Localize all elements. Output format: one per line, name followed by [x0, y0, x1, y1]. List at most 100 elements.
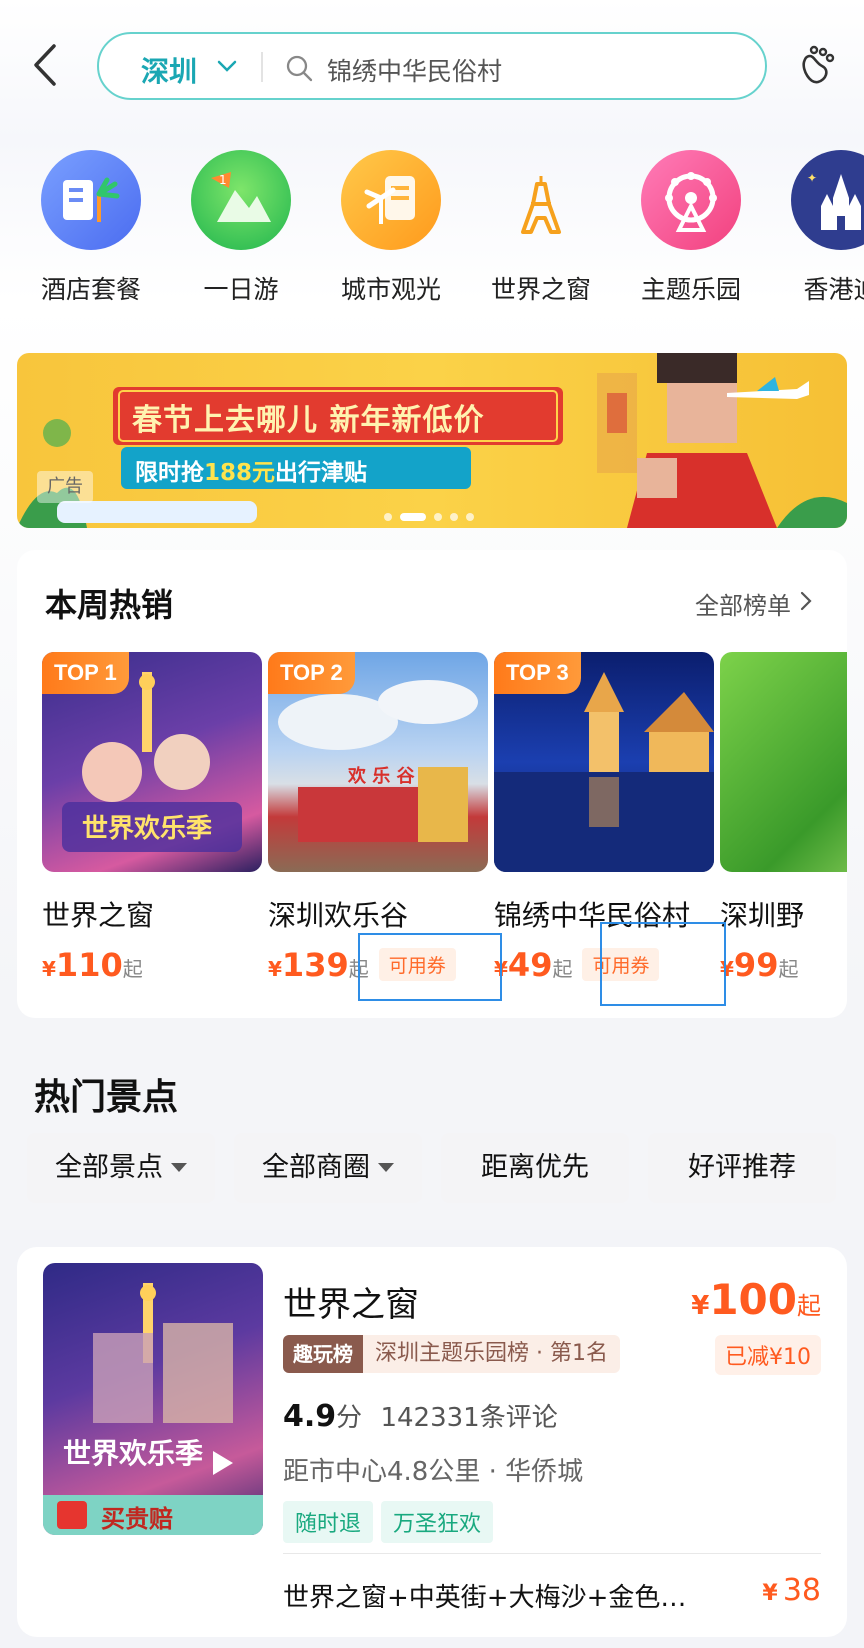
category-window-of-world[interactable]: 世界之窗 — [476, 150, 606, 306]
city-tour-icon — [341, 150, 441, 250]
filter-bar: 全部景点 全部商圈 距离优先 好评推荐 — [27, 1133, 847, 1203]
search-input[interactable]: 锦绣中华民俗村 — [327, 52, 502, 88]
filter-all-districts[interactable]: 全部商圈 — [234, 1133, 422, 1203]
category-label: 主题乐园 — [640, 275, 741, 304]
currency-symbol: ¥ — [691, 1291, 710, 1321]
filter-label: 好评推荐 — [688, 1152, 796, 1183]
airplane-icon — [727, 377, 809, 399]
rank-item-1[interactable]: 世界欢乐季 TOP 1 世界之窗 ¥110起 — [42, 652, 262, 986]
review-count[interactable]: 142331条评论 — [380, 1403, 557, 1433]
svg-text:✦: ✦ — [807, 171, 817, 185]
listing-price: ¥100起 — [691, 1275, 821, 1324]
rating-score: 4.9 — [283, 1399, 337, 1434]
rank-image[interactable]: 欢 乐 谷 TOP 2 — [268, 652, 488, 872]
ranking-tag[interactable]: 趣玩榜 深圳主题乐园榜 · 第1名 — [283, 1335, 620, 1373]
listing-name[interactable]: 世界之窗 — [283, 1277, 419, 1326]
hotel-package-icon — [41, 150, 141, 250]
carousel-dots[interactable] — [384, 506, 482, 521]
category-hotel-package[interactable]: 酒店套餐 — [26, 150, 156, 306]
banner-title: 春节上去哪儿 新年新低价 — [132, 403, 485, 438]
rank-badge: TOP 2 — [268, 652, 355, 694]
chevron-right-icon[interactable] — [799, 590, 813, 612]
rank-image[interactable]: 世界欢乐季 TOP 1 — [42, 652, 262, 872]
banner-sub-prefix: 限时抢 — [135, 460, 204, 486]
carousel-dot[interactable] — [450, 513, 458, 521]
filter-distance[interactable]: 距离优先 — [441, 1133, 629, 1203]
currency-symbol: ¥ — [762, 1581, 778, 1606]
rank-name: 深圳野 — [720, 899, 805, 932]
city-selector[interactable]: 深圳 — [141, 50, 197, 90]
rank-image[interactable] — [720, 652, 847, 872]
feature-tag: 随时退 — [283, 1501, 374, 1543]
ranking-tag-label: 趣玩榜 — [283, 1335, 363, 1373]
dropdown-triangle-icon — [378, 1163, 394, 1172]
header-bar: 深圳 锦绣中华民俗村 — [0, 28, 864, 104]
listing-image[interactable]: 世界欢乐季 买贵赔 — [43, 1263, 263, 1535]
rank-item-4[interactable]: 深圳野 ¥99起 — [720, 652, 847, 986]
price-suffix: 起 — [778, 957, 799, 981]
ranking-tag-text: 深圳主题乐园榜 · 第1名 — [363, 1335, 620, 1373]
category-day-tour[interactable]: 1 一日游 — [176, 150, 306, 306]
svg-text:世界欢乐季: 世界欢乐季 — [82, 814, 212, 844]
carousel-dot[interactable] — [434, 513, 442, 521]
section-title: 热门景点 — [34, 1077, 179, 1118]
feature-tags: 随时退 万圣狂欢 — [283, 1501, 501, 1543]
rank-name: 世界之窗 — [42, 899, 155, 932]
category-row: 酒店套餐 1 一日游 城市观光 世界之窗 主题乐园 ✦ 香港 — [0, 150, 864, 310]
category-city-tour[interactable]: 城市观光 — [326, 150, 456, 306]
banner-subtitle: 限时抢188元出行津贴 — [135, 453, 367, 487]
combo-ticket-name[interactable]: 世界之窗+中英街+大梅沙+金色… — [283, 1577, 713, 1614]
category-label: 城市观光 — [340, 275, 441, 304]
search-bar[interactable]: 深圳 锦绣中华民俗村 — [97, 32, 767, 100]
carousel-dot[interactable] — [466, 513, 474, 521]
filter-rating[interactable]: 好评推荐 — [648, 1133, 836, 1203]
back-arrow-icon[interactable] — [24, 42, 70, 88]
listing-photo: 世界欢乐季 — [43, 1283, 263, 1535]
ad-label: 广告 — [37, 471, 93, 503]
price-value: 110 — [55, 946, 123, 984]
carousel-dot[interactable] — [384, 513, 392, 521]
category-theme-park[interactable]: 主题乐园 — [626, 150, 756, 306]
filter-label: 全部商圈 — [262, 1152, 370, 1183]
price-value: 139 — [281, 946, 349, 984]
all-rankings-link[interactable]: 全部榜单 — [695, 586, 791, 621]
price-suffix: 起 — [797, 1292, 821, 1320]
svg-text:1: 1 — [219, 173, 227, 187]
divider — [283, 1553, 821, 1554]
currency-symbol: ¥ — [42, 957, 56, 981]
search-divider — [261, 52, 263, 82]
rank-badge: TOP 1 — [42, 652, 129, 694]
filter-label: 距离优先 — [481, 1152, 589, 1183]
rank-price: ¥99起 — [720, 946, 847, 986]
price-value: 49 — [507, 946, 553, 984]
price-suffix: 起 — [122, 957, 143, 981]
price-value: 100 — [709, 1275, 797, 1324]
banner-sub-amount: 188元 — [204, 460, 276, 486]
dropdown-triangle-icon — [171, 1163, 187, 1172]
filter-all-sights[interactable]: 全部景点 — [27, 1133, 215, 1203]
castle-icon: ✦ — [791, 150, 864, 250]
promo-banner[interactable]: 春节上去哪儿 新年新低价 限时抢188元出行津贴 广告 — [17, 353, 847, 528]
section-title: 本周热销 — [45, 586, 174, 624]
price-suffix: 起 — [552, 957, 573, 981]
currency-symbol: ¥ — [268, 957, 282, 981]
category-hk-disney[interactable]: ✦ 香港迪 — [776, 150, 864, 306]
svg-text:世界欢乐季: 世界欢乐季 — [63, 1437, 203, 1470]
ferris-wheel-icon — [641, 150, 741, 250]
coupon-highlight-box — [358, 933, 502, 1001]
rank-image[interactable]: TOP 3 — [494, 652, 714, 872]
category-label: 酒店套餐 — [40, 275, 141, 304]
sight-listing-card[interactable]: 世界欢乐季 买贵赔 世界之窗 ¥100起 已减¥10 趣玩榜 深圳主题乐园榜 ·… — [17, 1247, 847, 1637]
chevron-down-icon[interactable] — [215, 54, 239, 78]
search-icon — [286, 55, 313, 82]
footprint-icon[interactable] — [792, 42, 840, 90]
rating-unit: 分 — [336, 1403, 363, 1433]
price-value: 99 — [733, 946, 779, 984]
carousel-dot-active[interactable] — [400, 513, 426, 521]
mountain-flag-icon: 1 — [191, 150, 291, 250]
distance-info: 距市中心4.8公里 · 华侨城 — [283, 1457, 584, 1487]
eiffel-tower-icon — [491, 150, 591, 250]
filter-label: 全部景点 — [55, 1152, 163, 1183]
feature-tag: 万圣狂欢 — [381, 1501, 494, 1543]
category-label: 香港迪 — [803, 275, 864, 304]
